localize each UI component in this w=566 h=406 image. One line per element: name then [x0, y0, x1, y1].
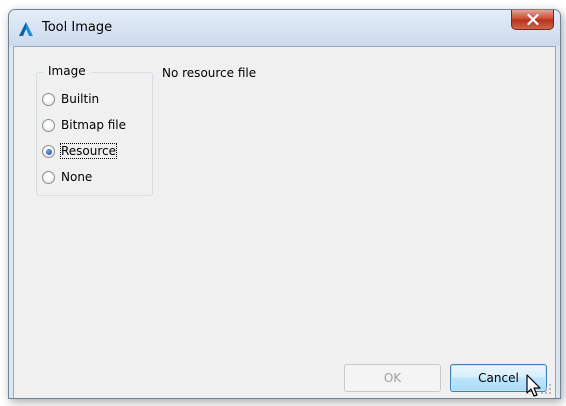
ok-button[interactable]: OK — [344, 364, 441, 392]
tool-image-dialog: Tool Image Image Builtin Bitmap file Res… — [8, 9, 561, 399]
radio-button[interactable] — [42, 93, 55, 106]
radio-label[interactable]: None — [61, 170, 92, 184]
image-group-label: Image — [44, 64, 91, 78]
mouse-cursor-icon — [526, 374, 541, 397]
title-bar[interactable]: Tool Image — [9, 10, 560, 46]
radio-label[interactable]: Resource — [59, 143, 118, 159]
radio-button-checked[interactable] — [42, 145, 55, 158]
close-icon — [527, 14, 539, 25]
image-group-box: Image Builtin Bitmap file Resource None — [36, 64, 153, 196]
radio-label[interactable]: Bitmap file — [61, 118, 126, 132]
close-button[interactable] — [511, 10, 554, 30]
dialog-content: Image Builtin Bitmap file Resource None … — [13, 46, 556, 398]
app-logo-icon — [19, 22, 33, 36]
radio-label[interactable]: Builtin — [61, 92, 99, 106]
radio-button[interactable] — [42, 119, 55, 132]
window-title: Tool Image — [42, 20, 113, 35]
resource-status-text: No resource file — [162, 66, 257, 80]
radio-button[interactable] — [42, 171, 55, 184]
